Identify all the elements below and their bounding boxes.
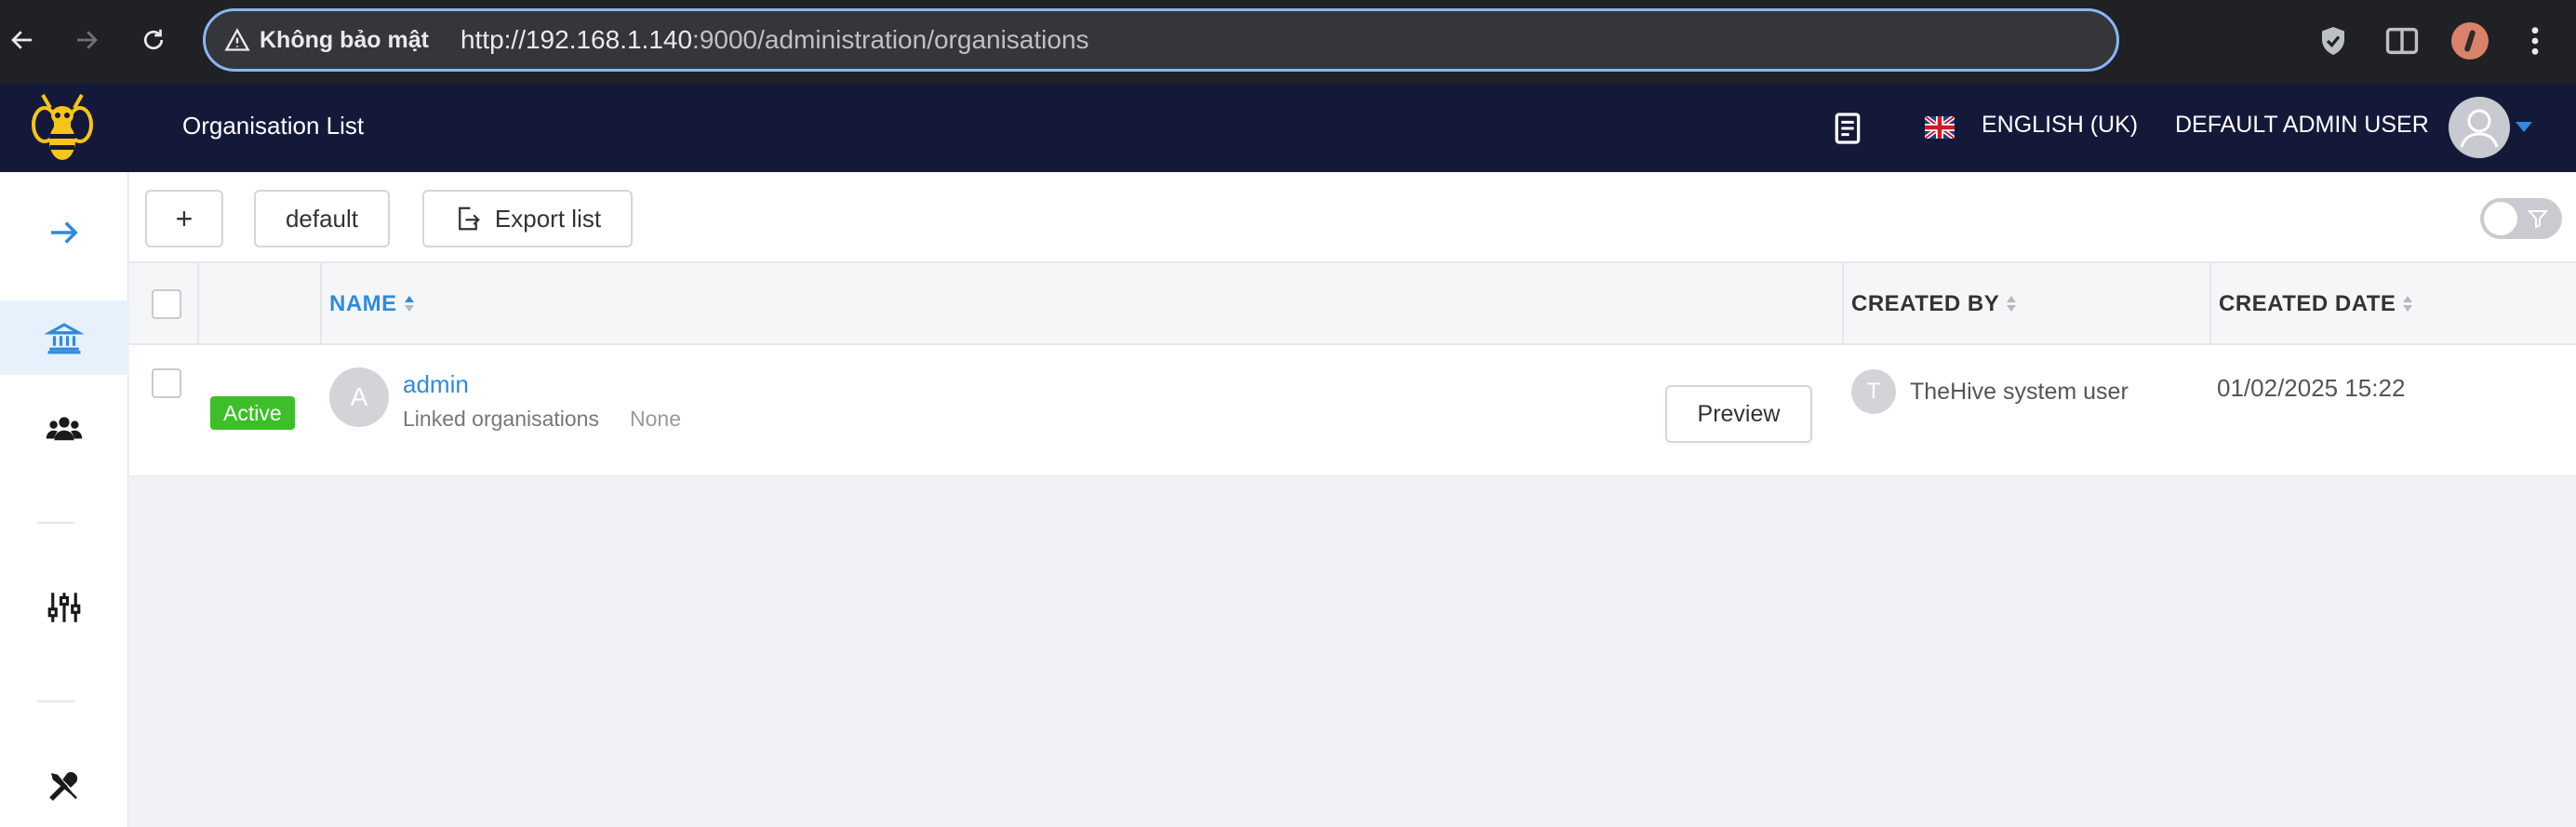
table-header: NAME CREATED BY CREATED DATE [129,263,2576,345]
sort-icon [2007,294,2017,314]
column-header-created-date[interactable]: CREATED DATE [2219,263,2413,345]
user-avatar[interactable] [2449,97,2510,158]
sidebar-item-settings[interactable] [0,570,128,645]
thehive-logo[interactable] [32,91,93,166]
sort-ascending-icon [404,294,414,314]
organisation-avatar: A [329,367,389,427]
filter-icon [2527,210,2549,229]
user-silhouette-icon [2460,109,2499,148]
created-by-value: TheHive system user [1910,379,2129,405]
column-header-created-date-label: CREATED DATE [2219,291,2396,316]
tools-icon [49,771,78,801]
sidebar [0,172,128,827]
column-divider [197,263,199,345]
column-divider [320,263,322,345]
arrow-right-icon [51,221,78,244]
split-view-icon [2385,27,2419,55]
more-vertical-icon [2531,27,2539,55]
column-header-created-by[interactable]: CREATED BY [1851,263,2017,345]
sidebar-item-users[interactable] [0,392,128,466]
security-warning-text: Không bảo mật [260,26,429,53]
user-menu-caret-icon[interactable] [2516,122,2532,132]
created-date-value: 01/02/2025 15:22 [2217,374,2406,402]
documentation-button[interactable] [1829,110,1866,147]
url-path: :9000/administration/organisations [692,25,1089,54]
column-divider [2209,263,2211,345]
sidebar-divider [37,522,74,524]
bank-icon [45,323,84,354]
filter-toggle[interactable] [2480,198,2562,239]
side-panel-button[interactable] [2382,19,2423,63]
table-row[interactable]: Active A admin Linked organisations None… [129,345,2576,476]
column-divider [1842,263,1844,345]
profile-button[interactable] [2450,19,2489,63]
back-button[interactable] [2,20,43,60]
browser-toolbar: Không bảo mật http://192.168.1.140:9000/… [0,0,2576,84]
sidebar-item-organisations[interactable] [0,300,128,375]
linked-organisations-label: Linked organisations [403,407,599,431]
row-select-checkbox[interactable] [152,368,181,398]
organisation-name-link[interactable]: admin [403,370,469,399]
language-selector[interactable]: ENGLISH (UK) [1982,112,2138,139]
back-arrow-icon [11,31,32,49]
linked-organisations-value: None [630,407,681,431]
sidebar-divider [37,700,74,702]
forward-arrow-icon [77,31,98,49]
chrome-menu-button[interactable] [2521,19,2549,63]
select-all-checkbox[interactable] [152,289,181,319]
preview-button[interactable]: Preview [1665,385,1812,443]
book-icon [1835,113,1861,144]
url-text[interactable]: http://192.168.1.140:9000/administration… [460,25,1089,55]
user-name[interactable]: DEFAULT ADMIN USER [2175,112,2429,139]
sort-icon [2403,294,2413,314]
url-host: http://192.168.1.140 [460,25,693,54]
status-badge: Active [210,396,295,430]
uk-flag-icon[interactable] [1923,114,1956,140]
sidebar-expand-button[interactable] [0,195,128,270]
export-list-button[interactable]: Export list [422,190,633,247]
page-title: Organisation List [182,112,365,140]
shield-check-icon [2322,27,2344,55]
sidebar-item-platform-management[interactable] [0,749,128,823]
add-organisation-button[interactable]: + [145,190,223,247]
export-icon [459,207,480,231]
forward-button[interactable] [66,20,107,60]
reload-button[interactable] [133,20,174,60]
users-icon [46,417,83,441]
creator-avatar: T [1851,369,1896,414]
column-header-name-label: NAME [329,291,397,316]
address-bar[interactable]: Không bảo mật http://192.168.1.140:9000/… [203,8,2119,72]
reload-icon [143,29,164,50]
toggle-knob [2484,202,2517,235]
export-list-label: Export list [494,204,602,233]
bee-logo-icon [32,94,93,160]
profile-avatar [2451,22,2489,60]
column-header-created-by-label: CREATED BY [1851,291,2000,316]
extension-button[interactable] [2315,19,2352,63]
sliders-icon [47,593,81,622]
column-header-name[interactable]: NAME [329,263,414,345]
default-filter-button[interactable]: default [254,190,390,247]
warning-icon [224,28,250,51]
security-chip[interactable]: Không bảo mật [224,27,429,54]
list-toolbar: + default Export list [129,172,2576,263]
app-header: Organisation List ENGLISH (UK) DEFAULT A… [0,84,2576,172]
